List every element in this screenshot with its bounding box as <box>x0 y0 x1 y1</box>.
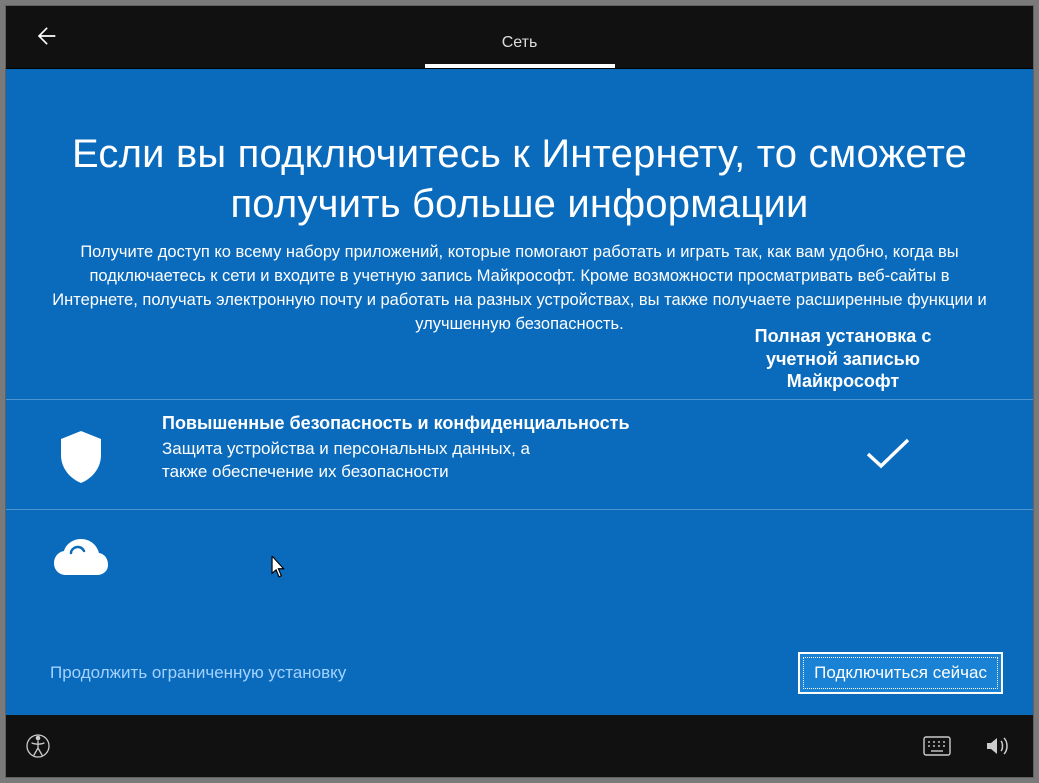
oobe-window: Сеть Если вы подключитесь к Интернету, т… <box>6 6 1033 777</box>
connect-now-button[interactable]: Подключиться сейчас <box>798 652 1003 694</box>
feature-grid: Повышенные безопасность и конфиденциальн… <box>6 399 1033 600</box>
cloud-icon <box>53 539 109 577</box>
keyboard-button[interactable] <box>923 736 951 756</box>
bottombar <box>6 715 1033 777</box>
footer-actions: Продолжить ограниченную установку Подклю… <box>6 649 1033 697</box>
feature-text-cell <box>156 510 743 600</box>
feature-check-cell <box>743 510 1033 600</box>
feature-text-cell: Повышенные безопасность и конфиденциальн… <box>156 400 743 509</box>
titlebar: Сеть <box>6 6 1033 69</box>
accessibility-icon <box>26 734 50 758</box>
content-area: Если вы подключитесь к Интернету, то смо… <box>6 69 1033 715</box>
feature-icon-cell <box>6 510 156 600</box>
accessibility-button[interactable] <box>26 734 50 758</box>
tab-label: Сеть <box>502 34 538 51</box>
continue-limited-link[interactable]: Продолжить ограниченную установку <box>50 663 346 683</box>
system-tray <box>923 735 1009 757</box>
feature-row-security: Повышенные безопасность и конфиденциальн… <box>6 400 1033 510</box>
column-header-full-install: Полная установка с учетной записью Майкр… <box>723 325 963 393</box>
tab-network[interactable]: Сеть <box>425 34 615 68</box>
checkmark-icon <box>864 436 912 472</box>
volume-icon <box>985 735 1009 757</box>
feature-icon-cell <box>6 400 156 509</box>
back-button[interactable] <box>26 16 66 56</box>
page-heading: Если вы подключитесь к Интернету, то смо… <box>46 129 993 229</box>
feature-row-cloud <box>6 510 1033 600</box>
feature-desc: Защита устройства и персональных данных,… <box>162 438 532 484</box>
feature-title: Повышенные безопасность и конфиденциальн… <box>162 413 703 434</box>
subtext-body: Получите доступ ко всему набору приложен… <box>52 243 986 333</box>
shield-icon <box>56 429 106 485</box>
page-subtext: Получите доступ ко всему набору приложен… <box>46 241 993 337</box>
hero-section: Если вы подключитесь к Интернету, то смо… <box>6 69 1033 337</box>
back-arrow-icon <box>32 22 60 50</box>
feature-check-cell <box>743 400 1033 509</box>
keyboard-icon <box>923 736 951 756</box>
volume-button[interactable] <box>985 735 1009 757</box>
